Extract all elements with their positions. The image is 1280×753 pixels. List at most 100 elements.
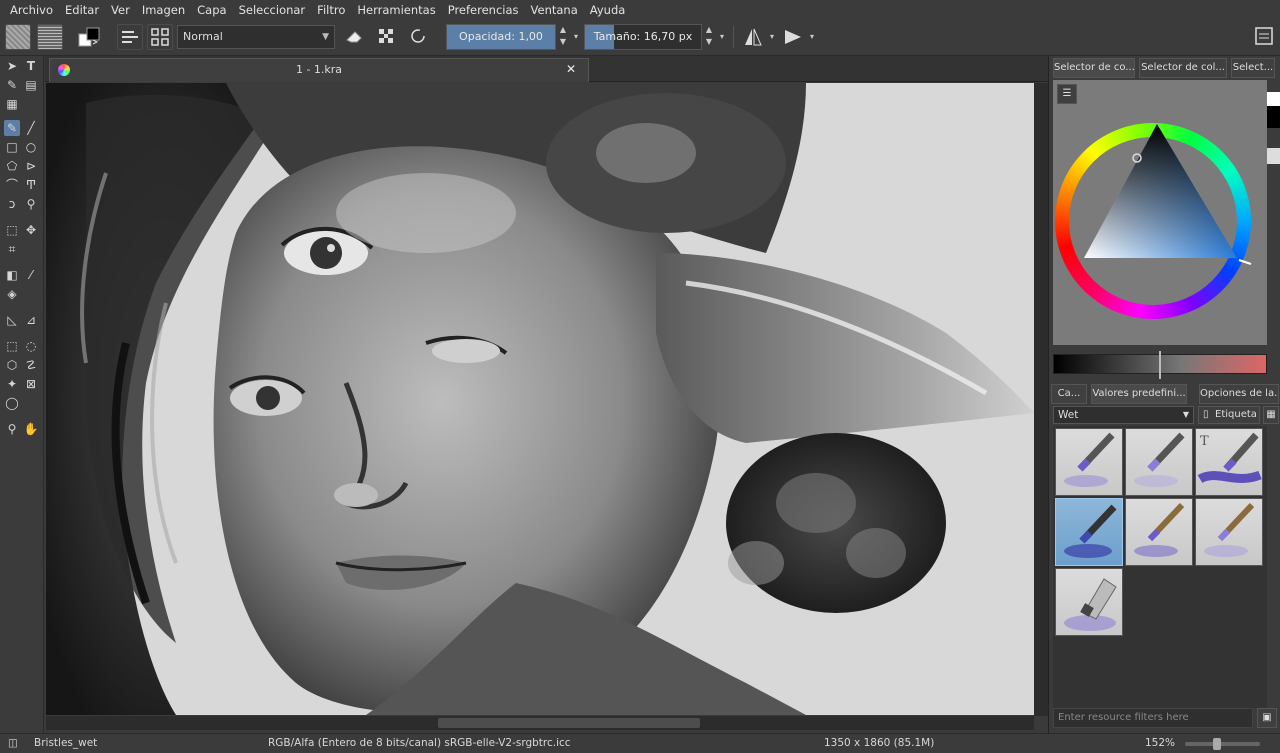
pattern-tool-icon[interactable]: ▦: [4, 96, 20, 112]
brush-preset[interactable]: [1055, 428, 1123, 496]
dynamic-brush-icon[interactable]: ↄ: [4, 196, 20, 212]
menubar: Archivo Editar Ver Imagen Capa Seleccion…: [0, 0, 1280, 20]
crop-tool-icon[interactable]: ⌗: [4, 241, 20, 257]
polyline-tool-icon[interactable]: ⊳: [23, 158, 39, 174]
preset-tag-select[interactable]: Wet ▼: [1053, 406, 1194, 424]
zoom-slider[interactable]: [1185, 738, 1260, 750]
tab-brush-category[interactable]: Ca...: [1051, 384, 1087, 404]
brush-preset[interactable]: T: [1195, 428, 1263, 496]
measure-tool-icon[interactable]: ⊿: [23, 312, 39, 328]
color-wheel[interactable]: [1053, 80, 1267, 345]
bezier-tool-icon[interactable]: ⌒: [4, 177, 20, 193]
move-tool-icon[interactable]: ✥: [23, 222, 39, 238]
menu-archivo[interactable]: Archivo: [4, 0, 59, 20]
menu-editar[interactable]: Editar: [59, 0, 105, 20]
preserve-alpha-icon[interactable]: [374, 24, 400, 50]
document-tab[interactable]: 1 - 1.kra ✕: [49, 58, 589, 82]
fg-bg-color-icon[interactable]: [76, 24, 102, 50]
brush-preset[interactable]: [1125, 498, 1193, 566]
brush-indicator-icon[interactable]: ◫: [8, 734, 18, 753]
brush-preset[interactable]: [1055, 568, 1123, 636]
pan-tool-icon[interactable]: ✋: [23, 421, 39, 437]
opacity-spin-icon[interactable]: ▲ ▼: [557, 24, 569, 50]
vertical-scrollbar[interactable]: [1034, 83, 1048, 716]
line-tool-icon[interactable]: ╱: [23, 120, 39, 136]
tab-tool-options[interactable]: Opciones de la...: [1199, 384, 1279, 404]
opacity-lock-icon[interactable]: ▾: [570, 24, 582, 50]
contiguous-select-icon[interactable]: ✦: [4, 376, 20, 392]
transform-tool-icon[interactable]: ⬚: [4, 222, 20, 238]
polygon-tool-icon[interactable]: ⬠: [4, 158, 20, 174]
rectangle-tool-icon[interactable]: □: [4, 139, 20, 155]
color-marker: [1159, 351, 1161, 379]
horizontal-scroll-thumb[interactable]: [438, 718, 700, 728]
color-picker-icon[interactable]: ⁄: [23, 267, 39, 283]
freehand-brush-icon[interactable]: ✎: [4, 120, 20, 136]
assistant-tool-icon[interactable]: ◺: [4, 312, 20, 328]
mirror-vertical-menu-icon[interactable]: ▾: [806, 24, 818, 50]
edit-shapes-icon[interactable]: ✎: [4, 77, 20, 93]
menu-ver[interactable]: Ver: [105, 0, 136, 20]
pattern-button[interactable]: [37, 24, 63, 50]
color-wheel-panel[interactable]: ☰: [1053, 80, 1267, 345]
close-icon[interactable]: ✕: [566, 62, 576, 76]
menu-preferencias[interactable]: Preferencias: [442, 0, 525, 20]
calligraphy-icon[interactable]: ▤: [23, 77, 39, 93]
gradient-tool-icon[interactable]: ◧: [4, 267, 20, 283]
opacity-slider[interactable]: Opacidad: 1,00: [446, 24, 556, 50]
save-icon[interactable]: ▣: [1257, 708, 1277, 728]
brush-preset-selected[interactable]: [1055, 498, 1123, 566]
freehand-select-icon[interactable]: ☡: [23, 357, 39, 373]
resource-filter-input[interactable]: Enter resource filters here: [1053, 708, 1253, 728]
color-history-bar[interactable]: [1053, 351, 1267, 379]
document-tab-title: 1 - 1.kra: [295, 63, 343, 76]
similar-select-icon[interactable]: ⊠: [23, 376, 39, 392]
color-selector-settings-icon[interactable]: ☰: [1057, 84, 1077, 104]
menu-capa[interactable]: Capa: [191, 0, 232, 20]
choose-brush-preset-icon[interactable]: [147, 24, 173, 50]
text-tool-icon[interactable]: T: [23, 58, 39, 74]
tab-brush-presets[interactable]: Valores predefini...: [1091, 384, 1187, 404]
menu-ayuda[interactable]: Ayuda: [584, 0, 632, 20]
preset-view-icon[interactable]: ▦: [1263, 406, 1279, 424]
size-spin-icon[interactable]: ▲ ▼: [703, 24, 715, 50]
menu-filtro[interactable]: Filtro: [311, 0, 351, 20]
brush-preset[interactable]: [1125, 428, 1193, 496]
mirror-vertical-icon[interactable]: [780, 24, 806, 50]
mirror-horizontal-icon[interactable]: [740, 24, 766, 50]
menu-seleccionar[interactable]: Seleccionar: [233, 0, 312, 20]
gradient-pattern-button[interactable]: [5, 24, 31, 50]
tag-button[interactable]: ▯ Etiqueta: [1198, 406, 1260, 424]
eraser-mode-icon[interactable]: [342, 24, 368, 50]
swatch-black[interactable]: [1267, 106, 1280, 128]
workspace-icon[interactable]: [1252, 24, 1278, 50]
canvas[interactable]: [46, 83, 1034, 715]
rect-select-icon[interactable]: ⬚: [4, 338, 20, 354]
select-shapes-icon[interactable]: ➤: [4, 58, 20, 74]
menu-imagen[interactable]: Imagen: [136, 0, 191, 20]
zoom-slider-knob[interactable]: [1213, 738, 1221, 750]
fill-tool-icon[interactable]: ◈: [4, 286, 20, 302]
horizontal-scrollbar[interactable]: [46, 716, 1034, 730]
edit-brush-settings-icon[interactable]: [117, 24, 143, 50]
size-slider[interactable]: Tamaño: 16,70 px: [584, 24, 702, 50]
tab-color-selector-1[interactable]: Selector de co...: [1053, 58, 1135, 78]
size-lock-icon[interactable]: ▾: [716, 24, 728, 50]
polygon-select-icon[interactable]: ⬡: [4, 357, 20, 373]
freehand-path-icon[interactable]: Ͳ: [23, 177, 39, 193]
zoom-tool-icon[interactable]: ⚲: [4, 421, 20, 437]
ellipse-select-icon[interactable]: ◌: [23, 338, 39, 354]
menu-herramientas[interactable]: Herramientas: [351, 0, 441, 20]
blend-mode-select[interactable]: Normal ▼: [177, 25, 335, 49]
swatch-white[interactable]: [1267, 92, 1280, 106]
menu-ventana[interactable]: Ventana: [525, 0, 584, 20]
brush-preset[interactable]: [1195, 498, 1263, 566]
tab-color-selector-2[interactable]: Selector de col...: [1139, 58, 1227, 78]
tab-color-selector-3[interactable]: Select...: [1231, 58, 1275, 78]
ellipse-tool-icon[interactable]: ○: [23, 139, 39, 155]
swatch-light[interactable]: [1267, 148, 1280, 164]
bezier-select-icon[interactable]: ◯: [4, 395, 20, 411]
mirror-horizontal-menu-icon[interactable]: ▾: [766, 24, 778, 50]
reload-preset-icon[interactable]: [406, 24, 432, 50]
multibrush-icon[interactable]: ⚲: [23, 196, 39, 212]
